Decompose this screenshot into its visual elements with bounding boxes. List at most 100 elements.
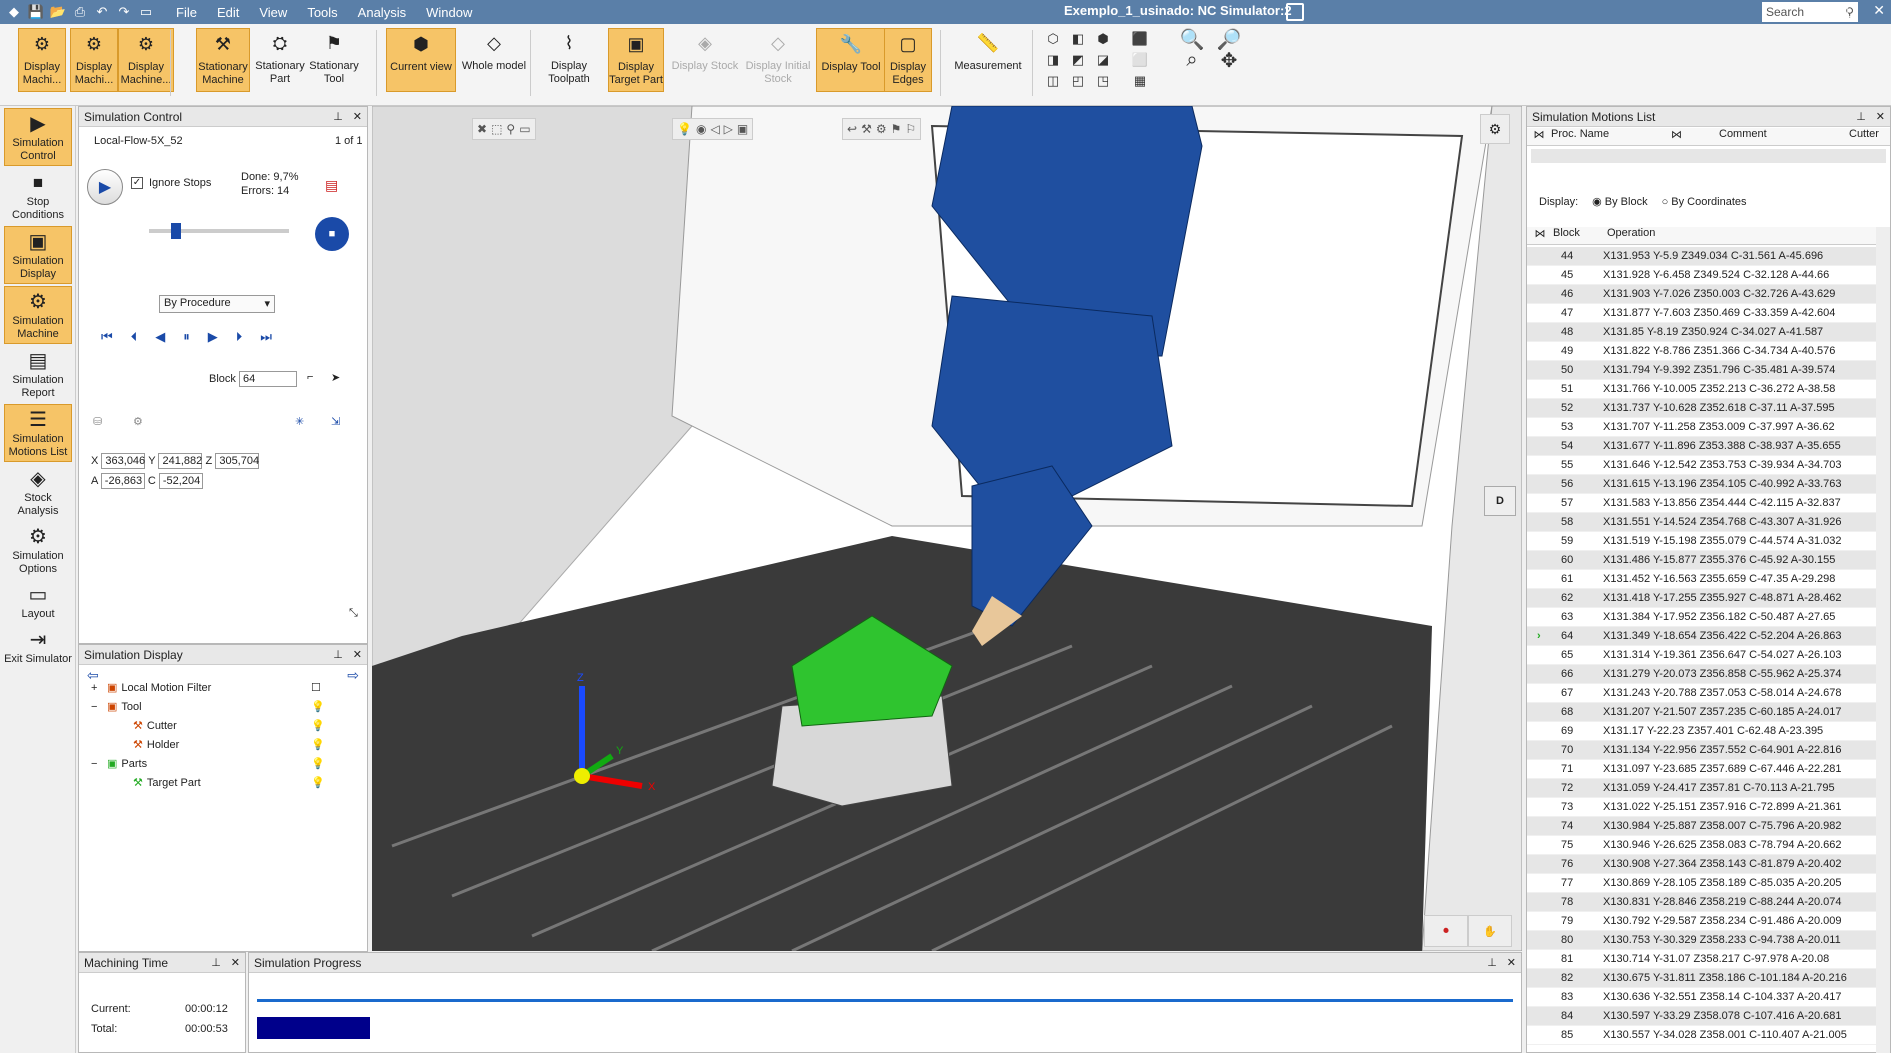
settings-icon[interactable]: ⚙ (133, 415, 143, 428)
close-icon[interactable]: ✕ (1507, 956, 1516, 969)
table-row[interactable]: 50 X131.794 Y-9.392 Z351.796 C-35.481 A-3… (1527, 361, 1890, 380)
ribbon-btn-11-display-initial-stock[interactable]: ◇ Display Initial Stock (742, 28, 814, 92)
shaded-icon[interactable]: ⬛ (1130, 30, 1150, 48)
table-row[interactable]: 51 X131.766 Y-10.005 Z352.213 C-36.272 A-… (1527, 380, 1890, 399)
light-icon[interactable]: 💡 (677, 122, 692, 136)
table-row[interactable]: 63 X131.384 Y-17.952 Z356.182 C-50.487 A-… (1527, 608, 1890, 627)
stock-icon[interactable]: ⛁ (93, 415, 102, 428)
table-row[interactable]: 71 X131.097 Y-23.685 Z357.689 C-67.446 A-… (1527, 760, 1890, 779)
col-flags[interactable]: ⋈ (1671, 128, 1719, 145)
pin-icon[interactable]: ⊥ (211, 956, 221, 969)
open-icon[interactable]: 📂 (48, 3, 68, 21)
visibility-icon[interactable]: 💡 (311, 738, 325, 751)
ribbon-btn-3-stationary-machine[interactable]: ⚒ Stationary Machine (196, 28, 250, 92)
table-row[interactable]: 77 X130.869 Y-28.105 Z358.189 C-85.035 A-… (1527, 874, 1890, 893)
table-row[interactable]: 47 X131.877 Y-7.603 Z350.469 C-33.359 A-4… (1527, 304, 1890, 323)
next-step-icon[interactable]: ⏵ (236, 329, 243, 345)
by-block-radio[interactable]: ◉ By Block (1592, 195, 1647, 208)
side-simulation-report[interactable]: ▤ Simulation Report (4, 346, 72, 402)
record-icon[interactable]: ⏺ (1424, 915, 1468, 947)
side-stock-analysis[interactable]: ◈ Stock Analysis (4, 464, 72, 520)
expand-icon[interactable]: − (91, 758, 103, 770)
table-row[interactable]: 72 X131.059 Y-24.417 Z357.81 C-70.113 A-2… (1527, 779, 1890, 798)
menu-window[interactable]: Window (426, 5, 472, 20)
pin-icon[interactable]: ⊥ (333, 648, 343, 661)
step-forward-icon[interactable]: ▶ (208, 329, 218, 345)
cube-axo-icon[interactable]: ◳ (1093, 72, 1113, 90)
cube-left-icon[interactable]: ◨ (1043, 51, 1063, 69)
tool-4-icon[interactable]: ⚐ (905, 122, 916, 136)
ribbon-btn-9-display-target-part[interactable]: ▣ Display Target Part (608, 28, 664, 92)
horizontal-scrollbar[interactable] (1531, 149, 1886, 163)
tree-node[interactable]: − ▣ Tool (91, 700, 142, 714)
sparkle-icon[interactable]: ✳ (295, 415, 304, 428)
pin-icon[interactable]: ⊥ (1856, 110, 1866, 123)
table-row[interactable]: 79 X130.792 Y-29.587 Z358.234 C-91.486 A-… (1527, 912, 1890, 931)
export-icon[interactable]: ⇲ (331, 415, 340, 428)
section-d-icon[interactable]: D (1484, 486, 1516, 516)
table-row[interactable]: 74 X130.984 Y-25.887 Z358.007 C-75.796 A-… (1527, 817, 1890, 836)
ribbon-btn-6-current-view[interactable]: ⬢ Current view (386, 28, 456, 92)
side-simulation-motions-list[interactable]: ☰ Simulation Motions List (4, 404, 72, 462)
table-row[interactable]: 44 X131.953 Y-5.9 Z349.034 C-31.561 A-45.… (1527, 247, 1890, 266)
visibility-icon[interactable]: 💡 (311, 776, 325, 789)
table-row[interactable]: 60 X131.486 Y-15.877 Z355.376 C-45.92 A-3… (1527, 551, 1890, 570)
cube-back-icon[interactable]: ◪ (1093, 51, 1113, 69)
ribbon-btn-2-display-machine-[interactable]: ⚙ Display Machine... (118, 28, 174, 92)
menu-analysis[interactable]: Analysis (358, 5, 406, 20)
tree-node[interactable]: ⚒ Cutter (117, 719, 177, 733)
speed-slider-thumb[interactable] (171, 223, 181, 239)
close-icon[interactable]: ✕ (1873, 2, 1885, 19)
table-row[interactable]: 81 X130.714 Y-31.07 Z358.217 C-97.978 A-2… (1527, 950, 1890, 969)
table-row[interactable]: 58 X131.551 Y-14.524 Z354.768 C-43.307 A-… (1527, 513, 1890, 532)
table-row[interactable]: 52 X131.737 Y-10.628 Z352.618 C-37.11 A-3… (1527, 399, 1890, 418)
col-comment[interactable]: Comment (1719, 128, 1849, 145)
layout-icon[interactable] (1286, 3, 1304, 21)
save-icon[interactable]: 💾 (26, 3, 46, 21)
vertical-scrollbar[interactable] (1876, 227, 1890, 1053)
last-icon[interactable]: ⏭ (260, 329, 272, 345)
table-row[interactable]: 62 X131.418 Y-17.255 Z355.927 C-48.871 A-… (1527, 589, 1890, 608)
menu-tools[interactable]: Tools (307, 5, 337, 20)
table-row[interactable]: 55 X131.646 Y-12.542 Z353.753 C-39.934 A-… (1527, 456, 1890, 475)
ribbon-btn-13-display-edges[interactable]: ▢ Display Edges (884, 28, 932, 92)
box-select-icon[interactable]: ▭ (519, 122, 530, 136)
table-row[interactable]: 80 X130.753 Y-30.329 Z358.233 C-94.738 A-… (1527, 931, 1890, 950)
tree-node[interactable]: ⚒ Holder (117, 738, 179, 752)
col-proc-name[interactable]: Proc. Name (1551, 128, 1671, 145)
menu-file[interactable]: File (176, 5, 197, 20)
table-row[interactable]: 70 X131.134 Y-22.956 Z357.552 C-64.901 A-… (1527, 741, 1890, 760)
bulb-icon[interactable]: ◉ (696, 122, 706, 136)
box-icon[interactable]: ▣ (737, 122, 748, 136)
window-icon[interactable]: ▭ (136, 3, 156, 21)
pan-icon[interactable]: ✥ (1219, 50, 1239, 72)
ribbon-btn-4-stationary-part[interactable]: ⛭ Stationary Part (252, 28, 308, 92)
redo-icon[interactable]: ↷ (114, 3, 134, 21)
ribbon-btn-12-display-tool[interactable]: 🔧 Display Tool (816, 28, 886, 92)
pin-icon[interactable]: ⊥ (333, 110, 343, 123)
by-coords-radio[interactable]: ○ By Coordinates (1662, 196, 1747, 208)
3d-viewport[interactable]: Z X Y ✖ ⬚ ⚲ ▭ 💡 ◉ ◁ ▷ ▣ ↩ ⚒ ⚙ ⚑ ⚐ ⚙ D ⏺ ✋ (372, 106, 1522, 951)
side-simulation-options[interactable]: ⚙ Simulation Options (4, 522, 72, 578)
table-row[interactable]: 61 X131.452 Y-16.563 Z355.659 C-47.35 A-2… (1527, 570, 1890, 589)
zoom-all-icon[interactable]: 🔎 (1217, 29, 1242, 51)
tree-node[interactable]: + ▣ Local Motion Filter (91, 681, 211, 695)
visibility-icon[interactable]: 💡 (311, 757, 325, 770)
side-layout[interactable]: ▭ Layout (4, 580, 72, 623)
table-row[interactable]: 75 X130.946 Y-26.625 Z358.083 C-78.794 A-… (1527, 836, 1890, 855)
pause-icon[interactable]: ⏸ (183, 329, 190, 345)
col-operation[interactable]: Operation (1607, 227, 1655, 244)
table-row[interactable]: 73 X131.022 Y-25.151 Z357.916 C-72.899 A-… (1527, 798, 1890, 817)
visibility-icon[interactable]: 💡 (311, 719, 325, 732)
table-row[interactable]: 49 X131.822 Y-8.786 Z351.366 C-34.734 A-4… (1527, 342, 1890, 361)
report-icon[interactable]: ▤ (325, 177, 338, 194)
arrow-right-icon[interactable]: ▷ (724, 122, 733, 136)
table-row[interactable]: 56 X131.615 Y-13.196 Z354.105 C-40.992 A-… (1527, 475, 1890, 494)
cube-top-icon[interactable]: ⬢ (1093, 30, 1113, 48)
filter-icon[interactable]: ⚲ (506, 122, 515, 136)
close-icon[interactable]: ✕ (231, 956, 240, 969)
block-input[interactable]: 64 (239, 371, 297, 387)
table-row[interactable]: 45 X131.928 Y-6.458 Z349.524 C-32.128 A-4… (1527, 266, 1890, 285)
camera-button[interactable]: ■ (315, 217, 349, 251)
cube-bottom-icon[interactable]: ◫ (1043, 72, 1063, 90)
